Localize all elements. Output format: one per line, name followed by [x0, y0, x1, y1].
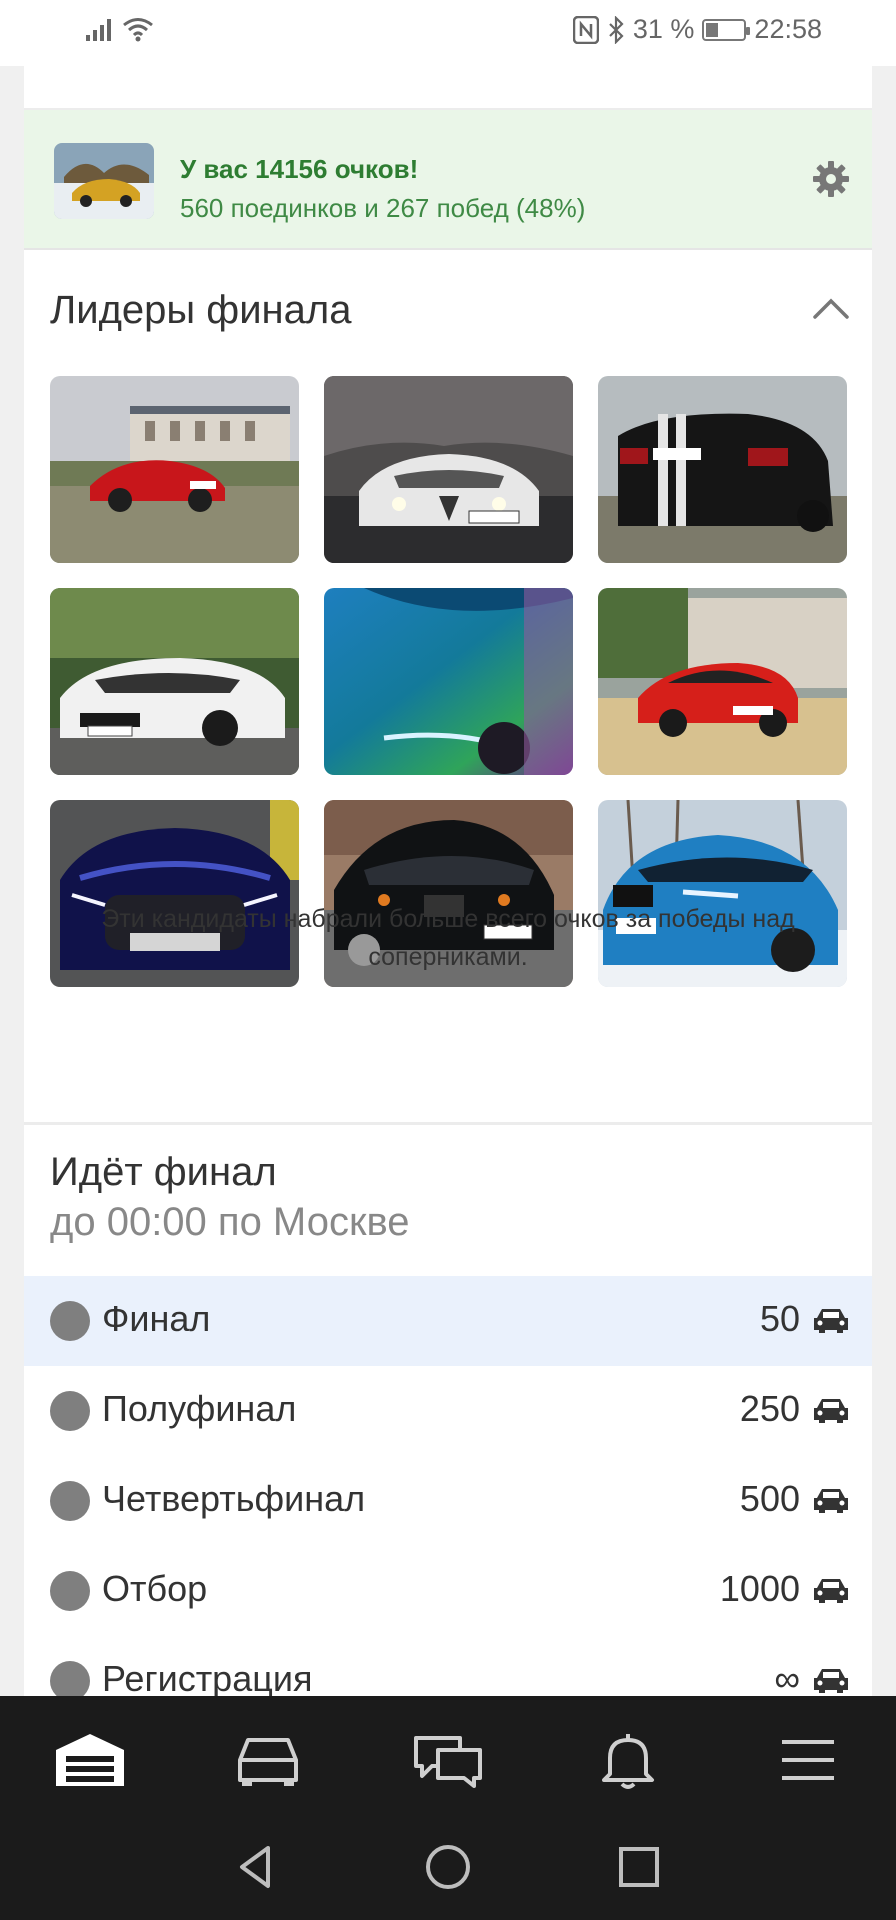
- system-navigation: [0, 1820, 896, 1920]
- stage-count: 50: [759, 1298, 800, 1339]
- leaders-title: Лидеры финала: [50, 288, 352, 332]
- bottom-navigation: [0, 1696, 896, 1920]
- section-divider: [24, 1122, 872, 1125]
- stage-count: 1000: [719, 1568, 800, 1609]
- home-icon[interactable]: [423, 1842, 473, 1892]
- stage-status-dot: [50, 1391, 90, 1431]
- stage-name: Четвертьфинал: [102, 1478, 366, 1519]
- user-car-thumbnail[interactable]: [54, 143, 154, 219]
- car-icon: [814, 1669, 848, 1693]
- final-subtitle: до 00:00 по Москве: [50, 1200, 410, 1244]
- recents-icon[interactable]: [614, 1842, 664, 1892]
- stage-row-selection[interactable]: Отбор 1000: [24, 1546, 872, 1636]
- leader-photo[interactable]: [598, 588, 847, 775]
- stage-status-dot: [50, 1301, 90, 1341]
- chevron-up-icon[interactable]: [812, 296, 850, 320]
- bell-icon[interactable]: [590, 1730, 666, 1790]
- stage-count: 500: [739, 1478, 800, 1519]
- car-icon: [814, 1579, 848, 1603]
- status-left: [86, 16, 154, 42]
- stage-name: Полуфинал: [102, 1388, 297, 1429]
- stage-row-registration[interactable]: Регистрация ∞: [24, 1636, 872, 1696]
- garage-icon[interactable]: [52, 1730, 128, 1790]
- leaders-caption: Эти кандидаты набрали больше всего очков…: [101, 905, 795, 971]
- leader-photo[interactable]: [50, 588, 299, 775]
- app-tab-bar: [0, 1696, 896, 1820]
- car-icon: [814, 1309, 848, 1333]
- main-card: У вас 14156 очков! 560 поединков и 267 п…: [24, 66, 872, 1696]
- status-right: 31 % 22:58: [572, 14, 822, 45]
- battery-icon: [702, 18, 751, 41]
- score-subtitle: 560 поединков и 267 побед (48%): [180, 193, 586, 223]
- car-icon[interactable]: [230, 1730, 306, 1790]
- score-panel: У вас 14156 очков! 560 поединков и 267 п…: [24, 110, 872, 250]
- bluetooth-icon: [609, 15, 624, 44]
- back-icon[interactable]: [232, 1842, 282, 1892]
- score-title: У вас 14156 очков!: [180, 154, 419, 184]
- gear-icon[interactable]: [812, 160, 850, 198]
- stage-status-dot: [50, 1661, 90, 1696]
- stage-row-semifinal[interactable]: Полуфинал 250: [24, 1366, 872, 1456]
- stage-row-quarterfinal[interactable]: Четвертьфинал 500: [24, 1456, 872, 1546]
- leader-photo[interactable]: [324, 376, 573, 563]
- final-title: Идёт финал: [50, 1150, 277, 1194]
- car-icon: [814, 1399, 848, 1423]
- leader-photo[interactable]: [324, 588, 573, 775]
- car-icon: [814, 1489, 848, 1513]
- stage-row-final[interactable]: Финал 50: [24, 1276, 872, 1366]
- menu-icon[interactable]: [770, 1730, 846, 1790]
- top-strip: [24, 66, 872, 110]
- stage-status-dot: [50, 1481, 90, 1521]
- status-bar: 31 % 22:58: [0, 0, 896, 66]
- stage-status-dot: [50, 1571, 90, 1611]
- battery-percent: 31 %: [632, 14, 695, 44]
- chat-icon[interactable]: [410, 1730, 486, 1790]
- signal-icon: [86, 19, 111, 41]
- stage-count: ∞: [774, 1658, 800, 1696]
- stage-count: 250: [739, 1388, 800, 1429]
- leader-photo[interactable]: [50, 376, 299, 563]
- stage-name: Регистрация: [102, 1658, 313, 1696]
- leader-photo[interactable]: [598, 376, 847, 563]
- stage-name: Отбор: [102, 1568, 208, 1609]
- stage-name: Финал: [102, 1298, 211, 1339]
- leaders-grid: [50, 376, 848, 987]
- nfc-icon: [572, 15, 599, 44]
- clock: 22:58: [754, 14, 822, 44]
- wifi-icon: [123, 18, 153, 42]
